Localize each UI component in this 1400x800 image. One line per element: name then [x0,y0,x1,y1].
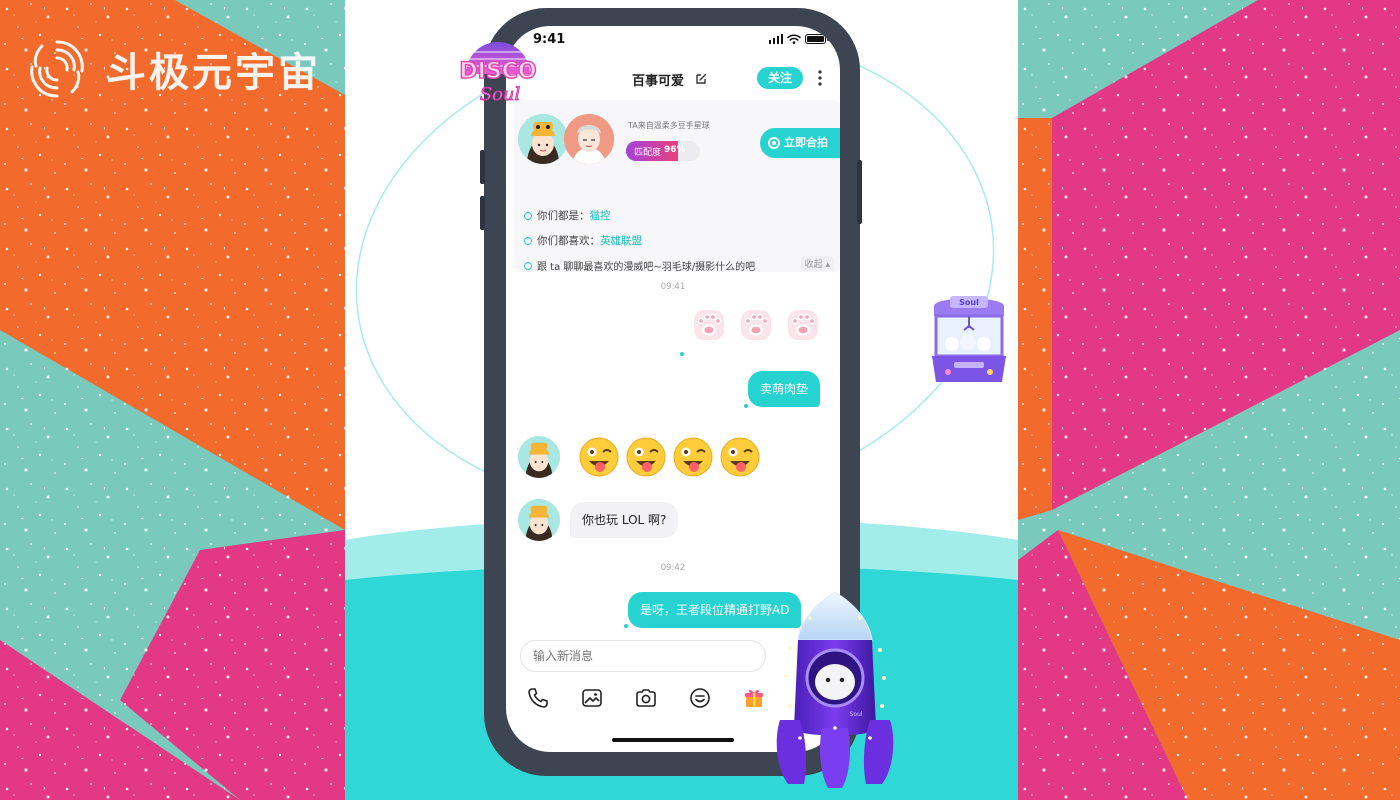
partner-avatar-small[interactable] [518,436,560,478]
my-avatar[interactable] [564,114,614,164]
shoot-together-button[interactable]: 立即合拍 [760,128,840,158]
gift-icon[interactable] [742,686,766,710]
match-line-2: 你们都喜欢： 英雄联盟 [524,233,642,248]
disco-text: DISCO [459,59,536,84]
message-input[interactable] [520,640,766,672]
partner-avatar-image [518,499,560,541]
match-line-1-prefix: 你们都是： [537,210,590,222]
match-badge-value: 96% [664,145,686,155]
match-line-1-highlight[interactable]: 猫控 [590,208,611,223]
claw-machine-image: Soul [932,296,1006,382]
paw-sticker[interactable] [739,308,773,342]
signal-icon [768,34,783,44]
soul-script-text: Soul [480,84,521,105]
partner-avatar-image [518,436,560,478]
claw-machine-sticker: Soul [924,290,1014,390]
phone-volume-up-button [480,150,485,184]
read-indicator [680,352,684,356]
brand-name: 斗极元宇宙 [106,50,321,96]
chat-header: 百事可爱 关注 [506,60,840,100]
phone-icon[interactable] [526,686,550,710]
phone-volume-down-button [480,196,485,230]
match-badge: 匹配度 96% [626,141,700,161]
disco-soul-sticker: DISCO Soul [449,34,547,110]
timestamp: 09:42 [660,563,686,573]
partner-avatar-image [518,114,568,164]
partner-avatar-small[interactable] [518,499,560,541]
wifi-icon [787,34,801,44]
rocket-label: Soul [850,711,863,718]
read-indicator [744,404,748,408]
follow-button[interactable]: 关注 [757,67,803,89]
left-background-pattern [0,0,345,800]
match-card: TA来自温柔多豆手星球 匹配度 96% 立即合拍 你们都是： 猫控 你们都喜欢：… [514,100,840,273]
bullet-icon [524,261,532,270]
claw-machine-label: Soul [959,298,979,307]
match-hint: TA来自温柔多豆手星球 [628,121,710,130]
sent-message-1[interactable]: 卖萌肉垫 [748,371,821,407]
image-icon[interactable] [580,686,604,710]
right-background-panel [1018,0,1400,800]
home-indicator[interactable] [612,738,734,742]
match-line-2-highlight[interactable]: 英雄联盟 [600,233,642,248]
chat-title: 百事可爱 [632,74,685,89]
match-line-3: 跟 ta 聊聊最喜欢的漫威吧~羽毛球/摄影什么的吧 [524,258,755,273]
zany-face-emoji[interactable] [578,436,620,478]
zany-face-emoji[interactable] [719,436,761,478]
phone-power-button [857,160,862,224]
rocket-image: Soul [776,591,894,788]
camera-icon[interactable] [634,686,658,710]
rocket-sticker: Soul [770,588,900,793]
edit-icon[interactable] [694,72,708,86]
timestamp: 09:41 [660,282,686,292]
paw-sticker[interactable] [692,308,726,342]
zany-face-emoji[interactable] [672,436,714,478]
match-badge-label: 匹配度 [634,148,662,158]
collapse-button[interactable]: 收起 ▴ [800,256,834,271]
shoot-icon [768,137,780,149]
status-bar: 9:41 [506,26,840,58]
zany-face-emoji[interactable] [625,436,667,478]
shoot-together-label: 立即合拍 [784,136,828,149]
match-line-3-prefix: 跟 ta 聊聊最喜欢的漫威吧~羽毛球/摄影什么的吧 [537,262,756,273]
paw-sticker[interactable] [786,308,820,342]
received-message-1[interactable]: 你也玩 LOL 啊? [570,502,679,538]
status-icons [768,34,829,44]
my-avatar-image [564,114,614,164]
bullet-icon [524,236,532,245]
right-background-pattern [1018,0,1400,800]
brand-logo-icon [30,40,84,98]
bullet-icon [524,211,532,220]
more-icon[interactable] [817,69,823,87]
match-line-1: 你们都是： 猫控 [524,208,611,223]
battery-icon [805,34,829,44]
disco-soul-logo-image: DISCO Soul [459,42,537,105]
left-background-panel [0,0,345,800]
emoji-icon[interactable] [688,686,712,710]
brand-watermark: 斗极元宇宙 [22,34,321,104]
partner-avatar[interactable] [518,114,568,164]
read-indicator [624,624,628,628]
match-line-2-prefix: 你们都喜欢： [537,235,600,247]
